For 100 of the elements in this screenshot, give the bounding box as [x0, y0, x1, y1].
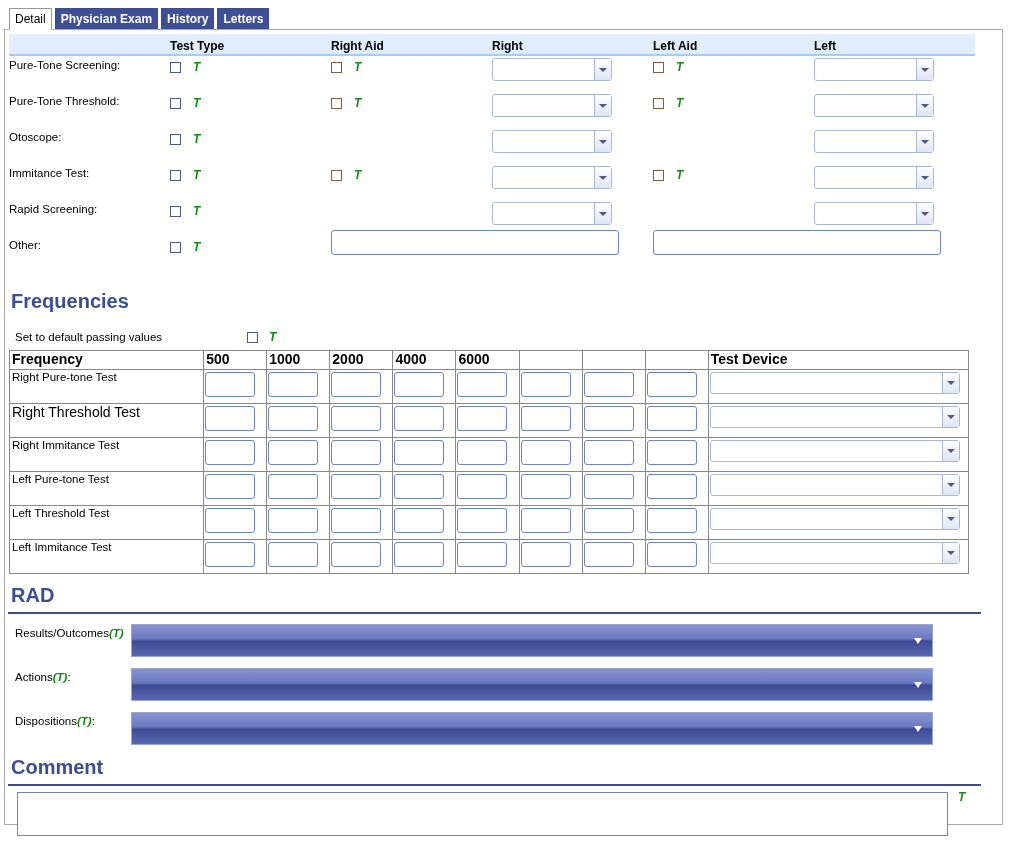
frequency-input[interactable] — [646, 508, 697, 533]
frequency-input[interactable] — [331, 508, 382, 533]
frequency-input[interactable] — [205, 542, 256, 567]
frequency-input[interactable] — [268, 542, 319, 567]
frequency-input[interactable] — [331, 406, 382, 431]
frequency-input[interactable] — [520, 372, 571, 397]
frequency-input[interactable] — [394, 542, 445, 567]
dropdown[interactable] — [814, 94, 934, 117]
frequency-input[interactable] — [394, 474, 445, 499]
frequency-input[interactable] — [268, 508, 319, 533]
dropdown[interactable] — [492, 166, 612, 189]
frequency-input[interactable] — [520, 440, 571, 465]
frequency-input[interactable] — [520, 406, 571, 431]
frequency-input[interactable] — [646, 440, 697, 465]
row-label: Left Pure-tone Test — [12, 473, 109, 485]
dropdown[interactable] — [709, 474, 960, 496]
comment-field[interactable] — [17, 792, 948, 836]
column-header: 4000 — [392, 350, 456, 370]
tab[interactable]: History — [161, 8, 215, 29]
frequency-input[interactable] — [583, 474, 634, 499]
frequency-input[interactable] — [646, 474, 697, 499]
frequency-input[interactable] — [394, 372, 445, 397]
checkbox[interactable] — [170, 242, 181, 253]
tab[interactable]: Letters — [217, 8, 270, 29]
checkbox[interactable] — [331, 62, 342, 73]
checkbox[interactable] — [247, 331, 258, 343]
frequency-input[interactable] — [646, 372, 697, 397]
text-field[interactable] — [653, 230, 941, 255]
frequency-input[interactable] — [583, 508, 634, 533]
frequency-input[interactable] — [520, 474, 571, 499]
dropdown[interactable] — [131, 712, 933, 745]
frequency-input[interactable] — [646, 542, 697, 567]
frequency-input[interactable] — [394, 440, 445, 465]
checkbox[interactable] — [170, 206, 181, 217]
column-header: Frequency — [9, 350, 204, 370]
frequency-input[interactable] — [457, 542, 508, 567]
frequency-input[interactable] — [520, 508, 571, 533]
dropdown[interactable] — [814, 166, 934, 189]
frequency-input[interactable] — [646, 406, 697, 431]
frequency-input[interactable] — [268, 474, 319, 499]
dropdown[interactable] — [492, 130, 612, 153]
frequency-input[interactable] — [457, 372, 508, 397]
dropdown[interactable] — [492, 202, 612, 225]
dropdown[interactable] — [709, 372, 960, 394]
frequency-input[interactable] — [457, 508, 508, 533]
t-marker: T — [354, 98, 362, 108]
frequency-input[interactable] — [583, 440, 634, 465]
frequency-input[interactable] — [205, 474, 256, 499]
checkbox[interactable] — [331, 170, 342, 181]
checkbox[interactable] — [170, 98, 181, 109]
frequency-input[interactable] — [331, 474, 382, 499]
checkbox[interactable] — [331, 98, 342, 109]
row-label: Left Threshold Test — [12, 507, 110, 519]
t-marker: T — [193, 206, 201, 216]
dropdown[interactable] — [492, 94, 612, 117]
dropdown[interactable] — [709, 508, 960, 530]
frequency-input[interactable] — [268, 406, 319, 431]
checkbox[interactable] — [170, 170, 181, 181]
t-marker: T — [193, 242, 201, 252]
frequency-input[interactable] — [268, 372, 319, 397]
dropdown[interactable] — [814, 202, 934, 225]
frequency-input[interactable] — [331, 372, 382, 397]
frequency-input[interactable] — [205, 440, 256, 465]
test-label: Immitance Test: — [9, 166, 91, 181]
frequency-input[interactable] — [268, 440, 319, 465]
t-marker: T — [958, 792, 966, 806]
dropdown[interactable] — [709, 542, 960, 564]
tab[interactable]: Physician Exam — [54, 8, 159, 29]
dropdown[interactable] — [814, 130, 934, 153]
frequency-input[interactable] — [583, 372, 634, 397]
text-field[interactable] — [331, 230, 619, 255]
section-heading: Comment — [8, 756, 981, 786]
frequency-input[interactable] — [394, 406, 445, 431]
dropdown[interactable] — [131, 668, 933, 701]
frequency-input[interactable] — [394, 508, 445, 533]
frequency-input[interactable] — [583, 406, 634, 431]
dropdown[interactable] — [814, 58, 934, 81]
checkbox[interactable] — [653, 62, 664, 73]
dropdown[interactable] — [709, 440, 960, 462]
test-label: Pure-Tone Threshold: — [9, 94, 121, 109]
frequency-input[interactable] — [205, 372, 256, 397]
frequency-input[interactable] — [520, 542, 571, 567]
frequency-input[interactable] — [331, 440, 382, 465]
frequency-input[interactable] — [205, 406, 256, 431]
frequency-input[interactable] — [457, 406, 508, 431]
dropdown[interactable] — [131, 624, 933, 657]
dropdown[interactable] — [709, 406, 960, 428]
frequency-input[interactable] — [457, 440, 508, 465]
frequency-input[interactable] — [583, 542, 634, 567]
dropdown[interactable] — [492, 58, 612, 81]
row-label: Right Pure-tone Test — [12, 371, 117, 383]
frequency-input[interactable] — [205, 508, 256, 533]
column-header: Test Device — [708, 350, 969, 370]
frequency-input[interactable] — [331, 542, 382, 567]
checkbox[interactable] — [653, 170, 664, 181]
frequency-input[interactable] — [457, 474, 508, 499]
checkbox[interactable] — [653, 98, 664, 109]
checkbox[interactable] — [170, 62, 181, 73]
checkbox[interactable] — [170, 134, 181, 145]
tab[interactable]: Detail — [9, 8, 52, 30]
